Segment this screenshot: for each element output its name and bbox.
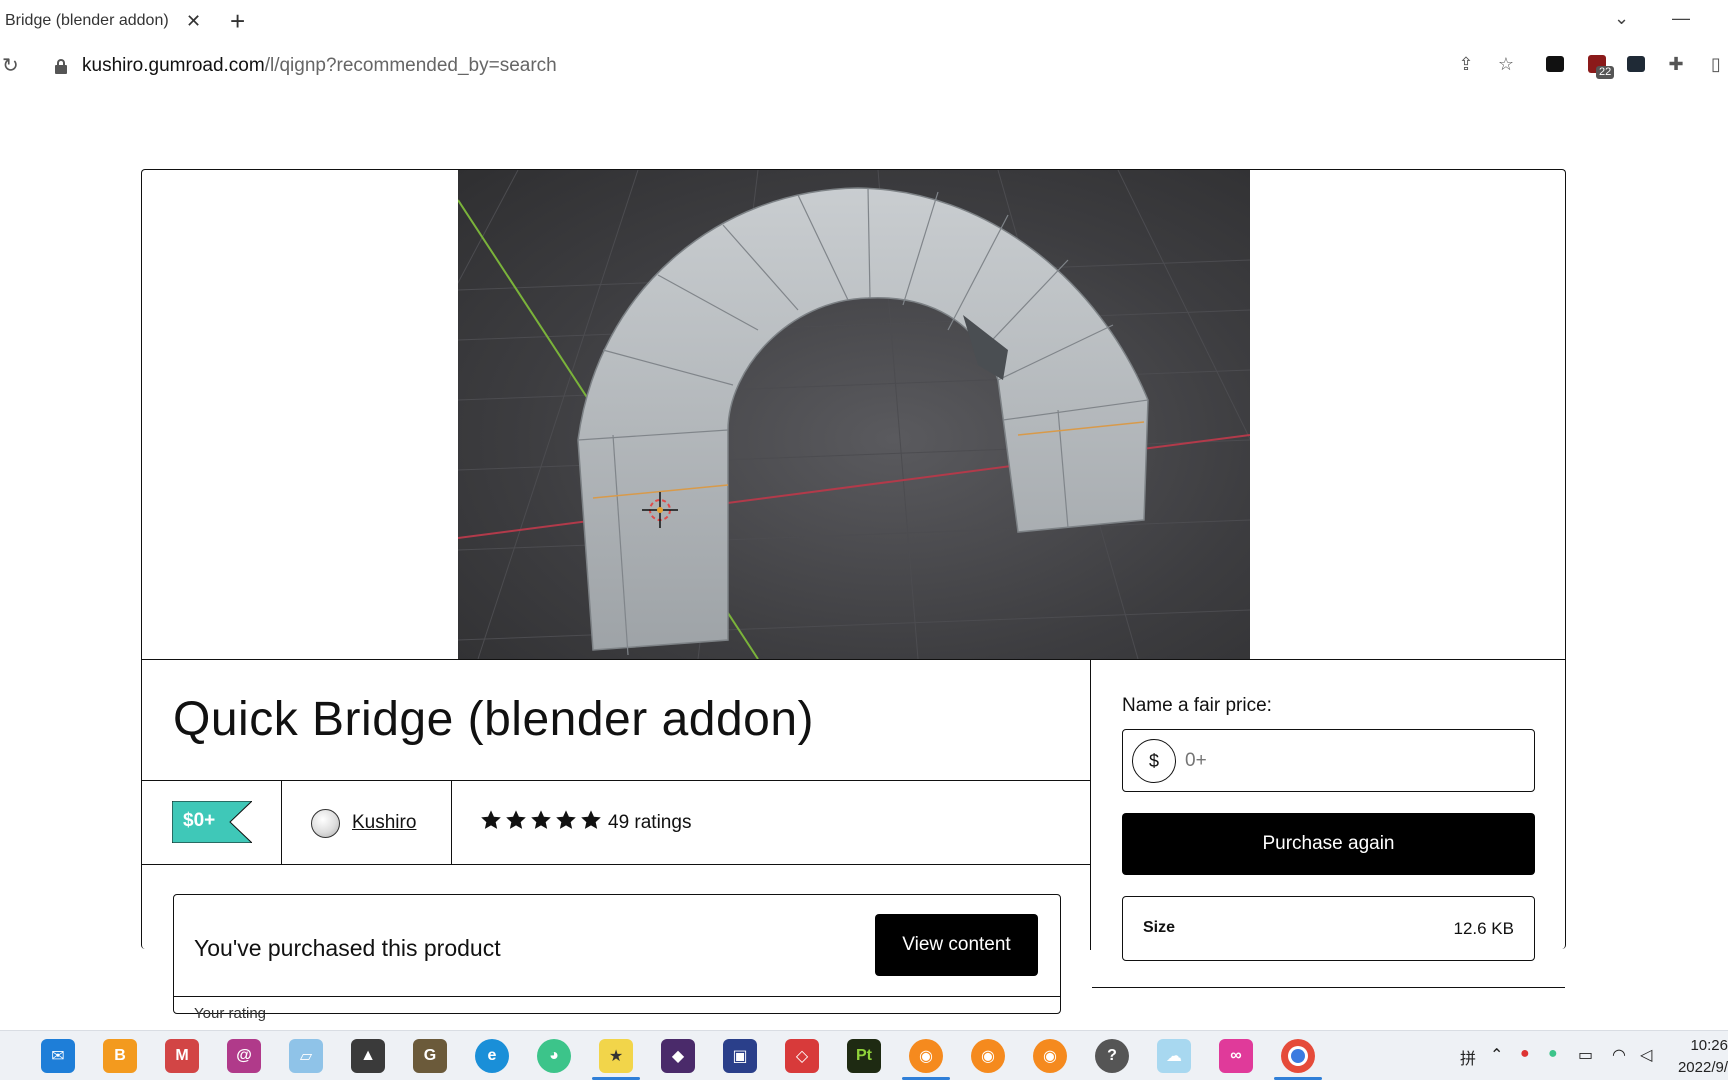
star-icon: [581, 810, 601, 829]
product-cover-area: [142, 170, 1565, 660]
author-avatar[interactable]: [311, 809, 340, 838]
product-cover-image: [458, 170, 1250, 659]
bookmark-star-icon[interactable]: ☆: [1494, 52, 1518, 76]
browser-tab-strip: Bridge (blender addon) ✕ + ⌄ —: [0, 0, 1728, 42]
tab-search-chevron-icon[interactable]: ⌄: [1614, 8, 1629, 29]
new-tab-icon[interactable]: +: [230, 6, 245, 37]
blender-app-icon-3[interactable]: ◉: [1033, 1039, 1067, 1073]
ime-indicator[interactable]: 拼: [1460, 1045, 1476, 1069]
reload-icon[interactable]: ↻: [2, 53, 19, 78]
minimize-icon[interactable]: —: [1672, 8, 1690, 29]
purchased-text: You've purchased this product: [194, 935, 501, 961]
cog-app-icon[interactable]: ?: [1095, 1039, 1129, 1073]
volume-icon[interactable]: ◁: [1640, 1045, 1652, 1065]
pixel-app-icon[interactable]: ▣: [723, 1039, 757, 1073]
star-icon: [556, 810, 576, 829]
author-link[interactable]: Kushiro: [352, 812, 416, 834]
wechat-tray-icon[interactable]: ●: [1548, 1045, 1558, 1063]
price-cell: $0+: [142, 781, 282, 864]
share-icon[interactable]: ⇪: [1454, 52, 1478, 76]
blender-app-icon-2[interactable]: ◉: [971, 1039, 1005, 1073]
size-value: 12.6 KB: [1453, 919, 1515, 938]
wechat-app-icon[interactable]: ◕: [537, 1039, 571, 1073]
purchased-divider: [174, 996, 1060, 997]
sketchup-app-icon[interactable]: ◇: [785, 1039, 819, 1073]
star-icon: [506, 810, 526, 829]
rating-stars: [480, 809, 602, 831]
purchase-again-button[interactable]: Purchase again: [1122, 813, 1535, 875]
inkscape-app-icon[interactable]: ▲: [351, 1039, 385, 1073]
edge-browser-icon[interactable]: e: [475, 1039, 509, 1073]
system-clock[interactable]: 10:26 2022/9/: [1672, 1035, 1728, 1079]
file-size-info: Size 12.6 KB: [1122, 896, 1535, 961]
price-input-box[interactable]: $: [1122, 729, 1535, 792]
m-app-icon[interactable]: M: [165, 1039, 199, 1073]
notes-app-icon[interactable]: B: [103, 1039, 137, 1073]
tab-close-icon[interactable]: ✕: [186, 11, 201, 32]
currency-symbol: $: [1132, 739, 1176, 783]
blender-bridge-render: [458, 170, 1250, 659]
clock-date: 2022/9/: [1677, 1059, 1728, 1076]
star-app-icon[interactable]: ★: [599, 1039, 633, 1073]
wifi-icon[interactable]: ◠: [1612, 1045, 1626, 1065]
extensions-puzzle-icon[interactable]: ✚: [1664, 52, 1688, 76]
cat-app-icon[interactable]: ◆: [661, 1039, 695, 1073]
author-cell[interactable]: Kushiro: [282, 781, 452, 864]
purchased-notice: You've purchased this product View conte…: [173, 894, 1061, 1022]
qq-tray-icon[interactable]: ●: [1520, 1045, 1530, 1063]
cloud-app-icon[interactable]: ☁: [1157, 1039, 1191, 1073]
star-icon: [531, 810, 551, 829]
product-card: Quick Bridge (blender addon) $0+ Kushiro: [141, 169, 1566, 1022]
tab-title: Bridge (blender addon): [5, 12, 169, 29]
extension-shield-icon[interactable]: 22: [1585, 52, 1615, 79]
mail-app-icon[interactable]: ✉: [41, 1039, 75, 1073]
side-panel-icon[interactable]: ▯: [1704, 52, 1728, 76]
product-title: Quick Bridge (blender addon): [173, 693, 815, 746]
pink-app-icon[interactable]: ∞: [1219, 1039, 1253, 1073]
price-tag: $0+: [171, 800, 254, 844]
url-host: kushiro.gumroad.com: [82, 55, 265, 76]
product-details: Quick Bridge (blender addon) $0+ Kushiro: [142, 660, 1091, 1022]
extension-subtitles-icon[interactable]: [1624, 52, 1648, 76]
extension-tampermonkey-icon[interactable]: [1543, 52, 1567, 76]
paper-app-icon[interactable]: ▱: [289, 1039, 323, 1073]
star-icon: [481, 810, 501, 829]
rating-count: 49 ratings: [608, 812, 692, 833]
extension-badge: 22: [1596, 66, 1615, 79]
lock-icon[interactable]: [55, 59, 67, 74]
url-path: /l/qignp?recommended_by=search: [264, 55, 557, 76]
size-label: Size: [1143, 919, 1176, 936]
fair-price-label: Name a fair price:: [1122, 695, 1272, 716]
chrome-browser-icon[interactable]: [1281, 1039, 1315, 1073]
purchase-panel: Name a fair price: $ Purchase again Size…: [1092, 660, 1565, 988]
swirl-app-icon[interactable]: @: [227, 1039, 261, 1073]
gimp-app-icon[interactable]: G: [413, 1039, 447, 1073]
clock-time: 10:26: [1690, 1037, 1728, 1054]
price-input[interactable]: [1185, 742, 1515, 780]
battery-icon[interactable]: ▭: [1578, 1045, 1593, 1065]
panel-divider: [1092, 987, 1565, 988]
windows-taskbar: ✉ B M @ ▱ ▲ G e ◕ ★ ◆ ▣ ◇ Pt ◉ ◉ ◉ ? ☁ ∞…: [0, 1030, 1728, 1080]
product-meta-row: $0+ Kushiro 49 ratings: [142, 780, 1090, 865]
price-tag-text: $0+: [183, 810, 216, 831]
your-rating-label: Your rating: [194, 1005, 266, 1022]
substance-painter-icon[interactable]: Pt: [847, 1039, 881, 1073]
url-field[interactable]: kushiro.gumroad.com/l/qignp?recommended_…: [82, 55, 557, 77]
tray-expand-icon[interactable]: ⌃: [1490, 1045, 1503, 1065]
view-content-button[interactable]: View content: [875, 914, 1038, 976]
rating-cell: 49 ratings: [452, 781, 752, 864]
address-bar: ↻ kushiro.gumroad.com/l/qignp?recommende…: [0, 42, 1728, 90]
blender-app-icon[interactable]: ◉: [909, 1039, 943, 1073]
